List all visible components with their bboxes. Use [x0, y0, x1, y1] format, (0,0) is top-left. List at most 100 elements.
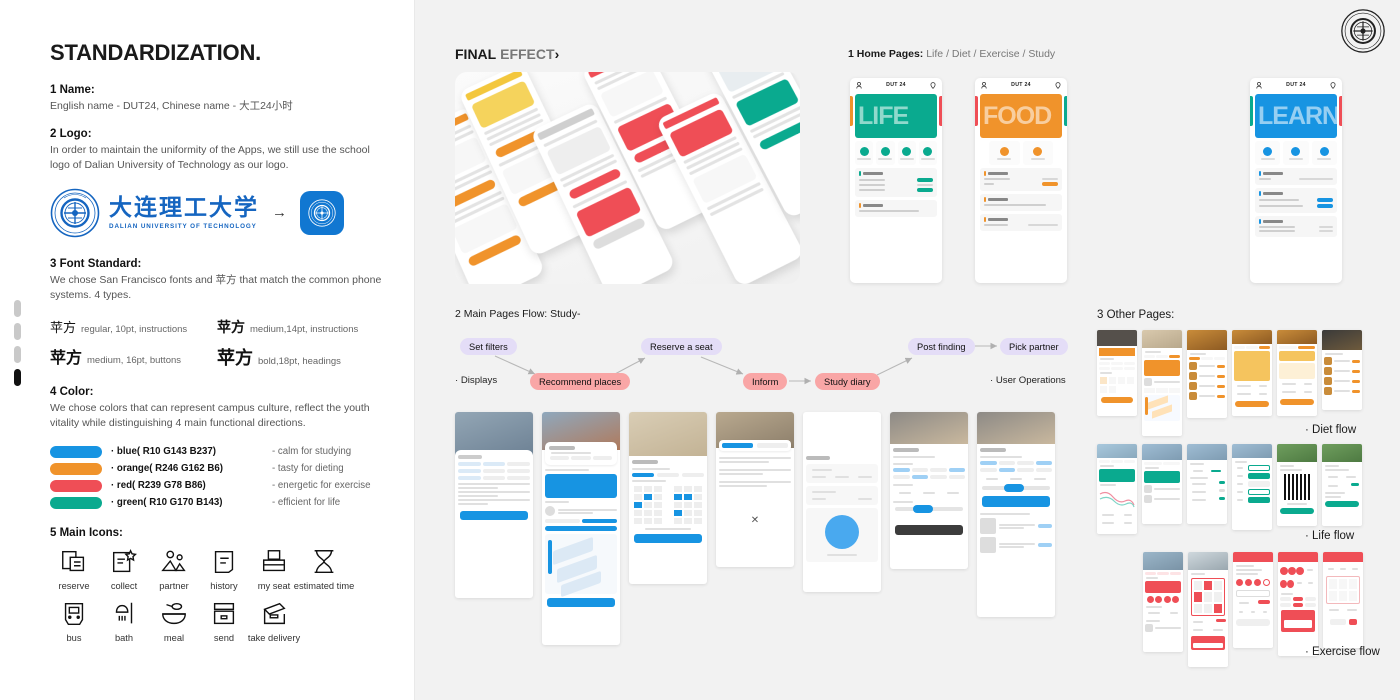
- reserve-icon: [59, 547, 89, 577]
- hp-quick-item[interactable]: [897, 141, 916, 165]
- hp-statusbar: DUT 24: [850, 78, 942, 92]
- icon-label: history: [210, 580, 238, 591]
- partner-icon: [159, 547, 189, 577]
- color-name: · red( R239 G78 B86): [111, 480, 206, 492]
- flow-node-reserve-a-seat[interactable]: Reserve a seat: [641, 338, 722, 355]
- hp-card[interactable]: [1255, 216, 1337, 237]
- icon-label: my seat: [257, 580, 291, 591]
- mockup-screen[interactable]: [1278, 552, 1318, 656]
- mockup-screen[interactable]: [977, 412, 1055, 617]
- color-use: - energetic for exercise: [272, 480, 371, 492]
- mockup-screen[interactable]: [455, 412, 533, 598]
- university-name-en: DALIAN UNIVERSITY OF TECHNOLOGY: [109, 222, 257, 230]
- hp-quick-item[interactable]: [918, 141, 937, 165]
- location-pin-icon: [1330, 81, 1336, 89]
- bus-icon: [59, 599, 89, 629]
- home-phone-diet[interactable]: DUT 24 FOOD: [975, 78, 1067, 283]
- home-phone-life[interactable]: DUT 24 LIFE: [850, 78, 942, 283]
- hp-statusbar: DUT 24: [1250, 78, 1342, 92]
- flow-node-set-filters[interactable]: Set filters: [460, 338, 517, 355]
- mockup-screen[interactable]: [1188, 552, 1228, 667]
- mockup-screen[interactable]: [629, 412, 707, 584]
- mockup-screen[interactable]: [1322, 330, 1362, 410]
- font-sample-desc: regular, 10pt, instructions: [81, 324, 188, 336]
- hp-statusbar: DUT 24: [975, 78, 1067, 92]
- hp-card[interactable]: [855, 200, 937, 217]
- mockup-screen[interactable]: [1142, 444, 1182, 524]
- flow-node-post-finding[interactable]: Post finding: [908, 338, 975, 355]
- flow-node-label: Pick partner: [1009, 341, 1059, 352]
- hp-card[interactable]: [980, 214, 1062, 231]
- icon-grid-row2: bus bath meal send take delivery: [50, 599, 384, 643]
- section-head-font: 3 Font Standard:: [50, 257, 142, 270]
- font-sample: 苹方 medium,14pt, instructions: [217, 317, 384, 337]
- icon-grid-row1: reserve collect partner history my seat …: [50, 547, 384, 591]
- font-sample-cn: 苹方: [217, 348, 253, 370]
- hp-card[interactable]: [980, 194, 1062, 211]
- mockup-screen[interactable]: [1232, 330, 1272, 416]
- icon-cell-take-delivery: take delivery: [248, 599, 300, 643]
- flow-node-inform[interactable]: Inform: [743, 373, 788, 390]
- icon-cell-meal: meal: [150, 599, 198, 643]
- hp-quick-actions[interactable]: [975, 141, 1067, 165]
- hp-card[interactable]: [1255, 168, 1337, 185]
- slide-indicator[interactable]: [14, 300, 21, 386]
- color-use: - efficient for life: [272, 497, 341, 509]
- flow-node-pick-partner[interactable]: Pick partner: [1000, 338, 1068, 355]
- hp-quick-item[interactable]: [1255, 141, 1281, 165]
- mockup-screen[interactable]: [1097, 330, 1137, 416]
- mockup-screen[interactable]: [1143, 552, 1183, 652]
- slide-dot[interactable]: [14, 346, 21, 363]
- hp-quick-item[interactable]: [876, 141, 895, 165]
- mockup-screen[interactable]: [1232, 444, 1272, 530]
- flow-node-study-diary[interactable]: Study diary: [815, 373, 880, 390]
- hp-quick-actions[interactable]: [1250, 141, 1342, 165]
- home-phone-study[interactable]: DUT 24 LEARN: [1250, 78, 1342, 283]
- hp-quick-item[interactable]: [1022, 141, 1053, 165]
- estimated-time-icon: [309, 547, 339, 577]
- hp-quick-actions[interactable]: [850, 141, 942, 165]
- study-flow-diagram: Set filters Recommend places Reserve a s…: [455, 330, 1085, 395]
- hp-banner-word: LEARN: [1258, 101, 1337, 130]
- icon-cell-my-seat: my seat: [250, 547, 298, 591]
- mockup-screen[interactable]: ✕: [716, 412, 794, 567]
- color-swatch-blue: [50, 445, 102, 458]
- color-name: · orange( R246 G162 B6): [111, 463, 223, 475]
- showcase-stage: [455, 72, 800, 284]
- hp-card[interactable]: [855, 168, 937, 197]
- mockup-screen[interactable]: [1142, 330, 1182, 436]
- mockup-screen[interactable]: [1277, 330, 1317, 416]
- mockup-screen[interactable]: [890, 412, 968, 569]
- hp-quick-item[interactable]: [989, 141, 1020, 165]
- hp-quick-item[interactable]: [1283, 141, 1309, 165]
- hp-card[interactable]: [980, 168, 1062, 191]
- hp-banner: LEARN: [1255, 94, 1337, 138]
- flow-node-label: Recommend places: [539, 376, 622, 387]
- hp-quick-item[interactable]: [1311, 141, 1337, 165]
- mockup-screen[interactable]: [1277, 444, 1317, 526]
- icon-cell-send: send: [200, 599, 248, 643]
- mockup-screen[interactable]: [1323, 552, 1363, 648]
- mockup-screen[interactable]: [1322, 444, 1362, 526]
- hp-quick-item[interactable]: [855, 141, 874, 165]
- mockup-screen[interactable]: [803, 412, 881, 592]
- section-body-color: We chose colors that can represent campu…: [50, 402, 370, 430]
- slide-dot-active[interactable]: [14, 369, 21, 386]
- hp-card[interactable]: [1255, 188, 1337, 213]
- slide-dot[interactable]: [14, 323, 21, 340]
- color-swatch-red: [50, 479, 102, 492]
- mockup-screen[interactable]: [1187, 330, 1227, 418]
- location-pin-icon: [930, 81, 936, 89]
- university-wordmark: 大连理工大学 DALIAN UNIVERSITY OF TECHNOLOGY: [109, 195, 259, 230]
- hp-banner: FOOD: [980, 94, 1062, 138]
- mockup-screen[interactable]: [1097, 444, 1137, 534]
- mockup-screen[interactable]: [1187, 444, 1227, 524]
- slide-dot[interactable]: [14, 300, 21, 317]
- mockup-screen[interactable]: [542, 412, 620, 645]
- flow-node-recommend-places[interactable]: Recommend places: [530, 373, 631, 390]
- user-icon: [856, 81, 862, 89]
- home-pages-num: 1: [848, 48, 854, 60]
- icon-label: bath: [114, 632, 134, 643]
- mockup-screen[interactable]: [1233, 552, 1273, 648]
- color-name: · green( R10 G170 B143): [111, 497, 223, 509]
